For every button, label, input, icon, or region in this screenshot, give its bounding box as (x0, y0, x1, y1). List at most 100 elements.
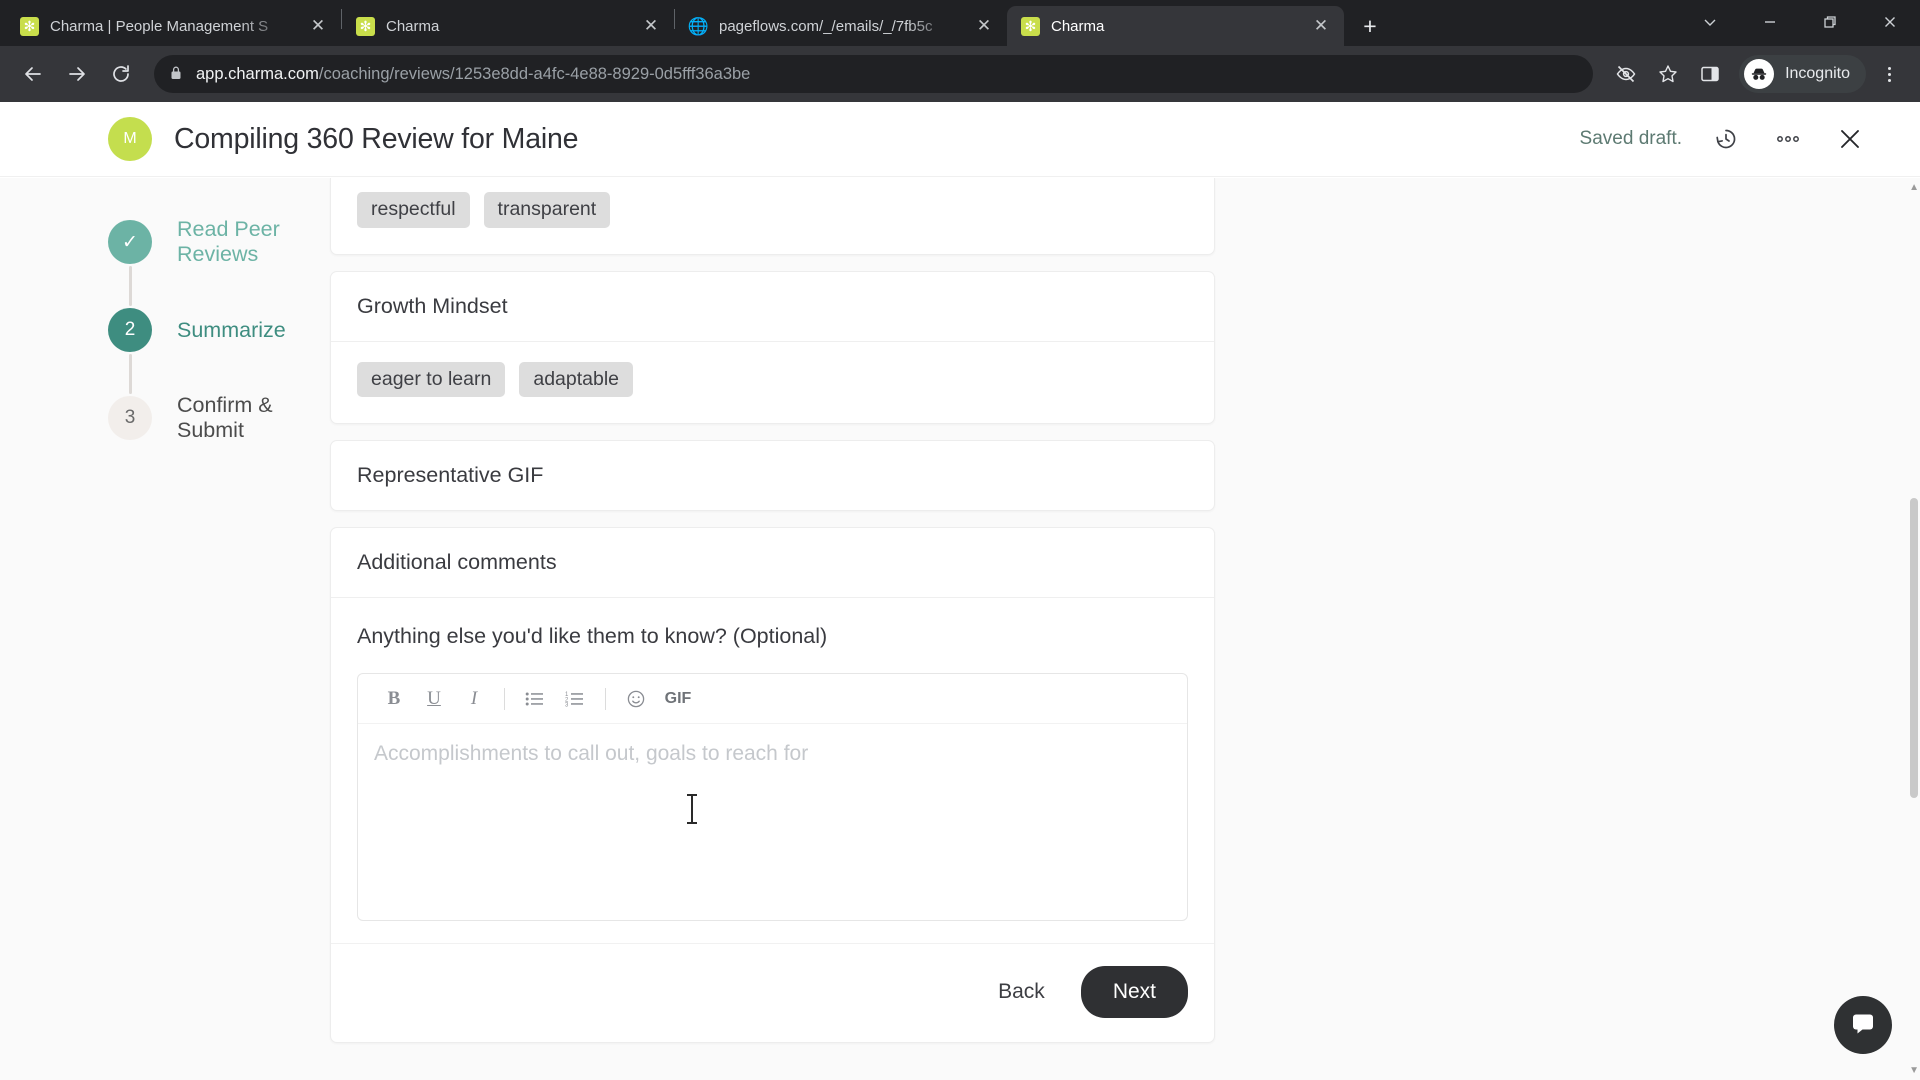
intercom-launcher-button[interactable] (1834, 996, 1892, 1054)
stepper-connector (128, 266, 132, 306)
browser-tab-title: Charma (386, 17, 440, 35)
lock-icon (169, 65, 183, 84)
chip-group: respectful transparent (331, 178, 1214, 254)
close-icon[interactable]: ✕ (971, 13, 997, 39)
bold-icon[interactable]: B (374, 681, 414, 717)
url-domain: app.charma.com (196, 64, 319, 83)
address-bar-url: app.charma.com/coaching/reviews/1253e8dd… (196, 65, 750, 84)
text-cursor (687, 794, 697, 824)
browser-tab-1[interactable]: ✻ Charma | People Management S ✕ (6, 6, 341, 46)
toolbar-divider (605, 687, 606, 710)
toolbar-divider (504, 687, 505, 710)
browser-tab-strip: ✻ Charma | People Management S ✕ ✻ Charm… (0, 0, 1920, 46)
new-tab-button[interactable]: + (1353, 9, 1387, 43)
window-close-icon[interactable] (1860, 0, 1920, 44)
browser-tab-3[interactable]: 🌐 pageflows.com/_/emails/_/7fb5c ✕ (675, 6, 1007, 46)
chevron-down-icon[interactable] (1680, 0, 1740, 44)
star-icon[interactable] (1649, 55, 1687, 93)
emoji-icon[interactable] (616, 681, 656, 717)
scrollbar-thumb[interactable] (1910, 498, 1918, 798)
toolbar-icons: Incognito (1603, 55, 1906, 93)
card-title: Additional comments (331, 528, 1214, 598)
page: M Compiling 360 Review for Maine Saved d… (0, 102, 1920, 1080)
chip-group: eager to learn adaptable (331, 342, 1214, 424)
card-footer: Back Next (331, 943, 1214, 1042)
svg-text:3: 3 (565, 702, 569, 707)
maximize-icon[interactable] (1800, 0, 1860, 44)
stepper-item-summarize[interactable]: 2 Summarize (108, 306, 330, 354)
chat-bubble-icon (1849, 1009, 1877, 1042)
review-page-header: M Compiling 360 Review for Maine Saved d… (0, 102, 1920, 177)
reload-icon[interactable] (102, 55, 140, 93)
side-panel-icon[interactable] (1691, 55, 1729, 93)
comment-question: Anything else you'd like them to know? (… (357, 624, 828, 648)
card-previous-competency: respectful transparent (330, 178, 1215, 255)
italic-icon[interactable]: I (454, 681, 494, 717)
card-title: Growth Mindset (331, 272, 1214, 342)
profile-incognito-button[interactable]: Incognito (1739, 55, 1866, 93)
stepper-label: Confirm & Submit (177, 393, 273, 442)
card-growth-mindset: Growth Mindset eager to learn adaptable (330, 270, 1215, 424)
stepper-label: Summarize (177, 317, 286, 342)
comment-textarea[interactable]: Accomplishments to call out, goals to re… (358, 724, 1187, 920)
browser-tab-4-active[interactable]: ✻ Charma ✕ (1007, 6, 1344, 46)
browser-tab-title: Charma (1051, 17, 1105, 35)
back-button[interactable]: Back (976, 968, 1067, 1016)
close-icon[interactable]: ✕ (1308, 13, 1334, 39)
editor-toolbar: B U I 1 2 3 GIF (358, 674, 1187, 724)
kebab-menu-icon[interactable] (1872, 55, 1906, 93)
chip[interactable]: respectful (357, 192, 470, 228)
browser-tab-2[interactable]: ✻ Charma ✕ (342, 6, 674, 46)
window-controls (1680, 0, 1920, 44)
more-horizontal-icon[interactable] (1770, 121, 1806, 157)
browser-tab-title: Charma | People Management S (50, 17, 269, 35)
avatar: M (108, 117, 152, 161)
stepper-connector (128, 354, 132, 394)
browser-tab-title: pageflows.com/_/emails/_/7fb5c (719, 17, 933, 35)
scroll-up-arrow[interactable]: ▲ (1909, 182, 1919, 193)
minimize-icon[interactable] (1740, 0, 1800, 44)
status-badge: Saved draft. (1579, 128, 1682, 149)
card-additional-comments: Additional comments Anything else you'd … (330, 527, 1215, 1043)
review-cards: respectful transparent Growth Mindset ea… (330, 178, 1215, 1059)
stepper-item-read-peer-reviews[interactable]: ✓ Read Peer Reviews (108, 217, 330, 266)
header-actions: Saved draft. (1580, 121, 1868, 157)
browser-window: ✻ Charma | People Management S ✕ ✻ Charm… (0, 0, 1920, 1080)
stepper-number: 2 (108, 308, 152, 352)
charma-favicon-icon: ✻ (356, 16, 375, 36)
charma-favicon-icon: ✻ (20, 16, 39, 36)
editor-placeholder: Accomplishments to call out, goals to re… (374, 742, 809, 765)
history-icon[interactable] (1708, 121, 1744, 157)
stepper: ✓ Read Peer Reviews 2 Summarize 3 Confir… (0, 178, 330, 1059)
page-scrollbar[interactable]: ▲ ▼ (1908, 178, 1920, 1080)
rich-text-editor[interactable]: B U I 1 2 3 GIF Accomplishments to call … (357, 673, 1188, 921)
stepper-label: Read Peer Reviews (177, 217, 280, 266)
address-bar[interactable]: app.charma.com/coaching/reviews/1253e8dd… (154, 55, 1594, 93)
eye-slash-icon[interactable] (1607, 55, 1645, 93)
card-title: Representative GIF (357, 463, 544, 487)
back-icon[interactable] (14, 55, 52, 93)
close-icon[interactable]: ✕ (638, 13, 664, 39)
gif-icon[interactable]: GIF (656, 681, 700, 717)
bulleted-list-icon[interactable] (515, 681, 555, 717)
incognito-icon (1744, 59, 1775, 89)
chip[interactable]: eager to learn (357, 361, 506, 397)
chip[interactable]: transparent (483, 192, 611, 228)
close-icon[interactable] (1832, 121, 1868, 157)
page-title: Compiling 360 Review for Maine (174, 122, 579, 155)
next-button[interactable]: Next (1080, 966, 1188, 1018)
chip[interactable]: adaptable (519, 361, 634, 397)
numbered-list-icon[interactable]: 1 2 3 (555, 681, 595, 717)
scroll-down-arrow[interactable]: ▼ (1909, 1065, 1919, 1076)
forward-icon[interactable] (58, 55, 96, 93)
profile-label: Incognito (1785, 65, 1850, 82)
charma-favicon-icon: ✻ (1021, 16, 1040, 36)
content-area: ✓ Read Peer Reviews 2 Summarize 3 Confir… (0, 178, 1920, 1080)
check-icon: ✓ (108, 220, 152, 264)
stepper-item-confirm-submit[interactable]: 3 Confirm & Submit (108, 393, 330, 442)
close-icon[interactable]: ✕ (305, 13, 331, 39)
globe-favicon-icon: 🌐 (687, 16, 710, 36)
stepper-number: 3 (108, 396, 152, 440)
underline-icon[interactable]: U (414, 681, 454, 717)
url-path: /coaching/reviews/1253e8dd-a4fc-4e88-892… (318, 64, 751, 83)
